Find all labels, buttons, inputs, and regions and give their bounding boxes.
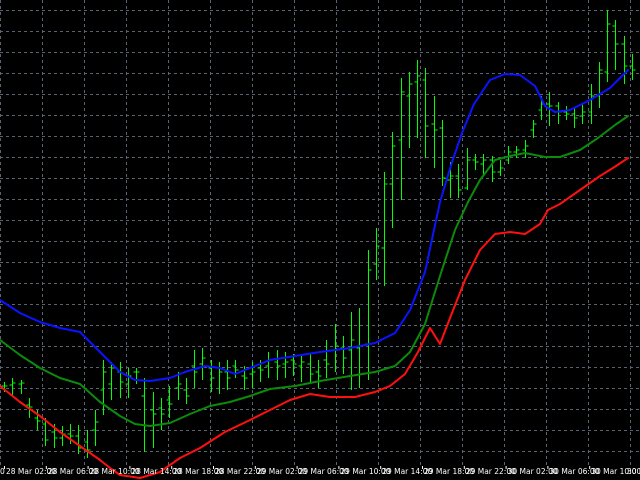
price-chart: 0 28 Mar 02:00 28 Mar 06:00 28 Mar 10:00 28 … <box>0 0 640 480</box>
x-tick-label-right-edge: 30 M <box>627 467 640 476</box>
ohlc-bar <box>224 360 231 390</box>
ohlc-bar <box>183 378 190 404</box>
ohlc-bar <box>365 250 372 380</box>
ohlc-bar <box>389 132 396 228</box>
ohlc-bar <box>232 360 239 378</box>
ohlc-bar <box>166 386 173 418</box>
ohlc-bar <box>150 392 157 448</box>
ohlc-bar <box>406 72 413 148</box>
ohlc-bar <box>555 102 562 124</box>
ohlc-bar <box>75 425 82 454</box>
ohlc-bar <box>298 356 305 382</box>
ohlc-bar <box>604 10 611 82</box>
ohlc-bar <box>18 380 25 394</box>
ohlc-bar <box>464 148 471 190</box>
ohlc-bar <box>398 78 405 200</box>
middle-band-line <box>0 115 629 427</box>
upper-band-line <box>0 69 629 382</box>
ohlc-bar <box>439 120 446 186</box>
ohlc-bar <box>307 354 314 384</box>
ohlc-bar <box>356 308 363 388</box>
ohlc-bar <box>530 120 537 138</box>
ohlc-bar <box>513 146 520 158</box>
ohlc-bar <box>522 140 529 158</box>
ohlc-bar <box>414 60 421 138</box>
ohlc-bar <box>315 360 322 388</box>
ohlc-bar <box>563 106 570 120</box>
ohlc-bar <box>497 160 504 176</box>
ohlc-bar <box>348 312 355 390</box>
ohlc-bar <box>472 154 479 170</box>
ohlc-bar <box>588 84 595 124</box>
ohlc-bar <box>141 378 148 452</box>
ohlc-bar <box>612 20 619 70</box>
chart-canvas: 0 28 Mar 02:0028 Mar 06:0028 Mar 10:0028 … <box>0 0 640 479</box>
ohlc-bar <box>265 352 272 378</box>
ohlc-bar <box>208 360 215 392</box>
ohlc-bar <box>579 104 586 124</box>
ohlc-bar <box>323 340 330 378</box>
x-axis-ticks: 0 28 Mar 02:0028 Mar 06:0028 Mar 10:0028 … <box>0 466 640 476</box>
ohlc-bar <box>455 164 462 198</box>
ohlc-bar <box>274 350 281 380</box>
ohlc-bar <box>92 410 99 446</box>
ohlc-bar <box>340 336 347 374</box>
ohlc-bar <box>422 68 429 158</box>
ohlc-bar <box>571 108 578 128</box>
ohlc-bar <box>381 172 388 286</box>
ohlc-bar <box>596 62 603 108</box>
ohlc-bar <box>199 348 206 380</box>
ohlc-bar <box>282 352 289 378</box>
price-bars <box>1 10 636 458</box>
ohlc-bar <box>332 324 339 372</box>
ohlc-bar <box>133 368 140 384</box>
